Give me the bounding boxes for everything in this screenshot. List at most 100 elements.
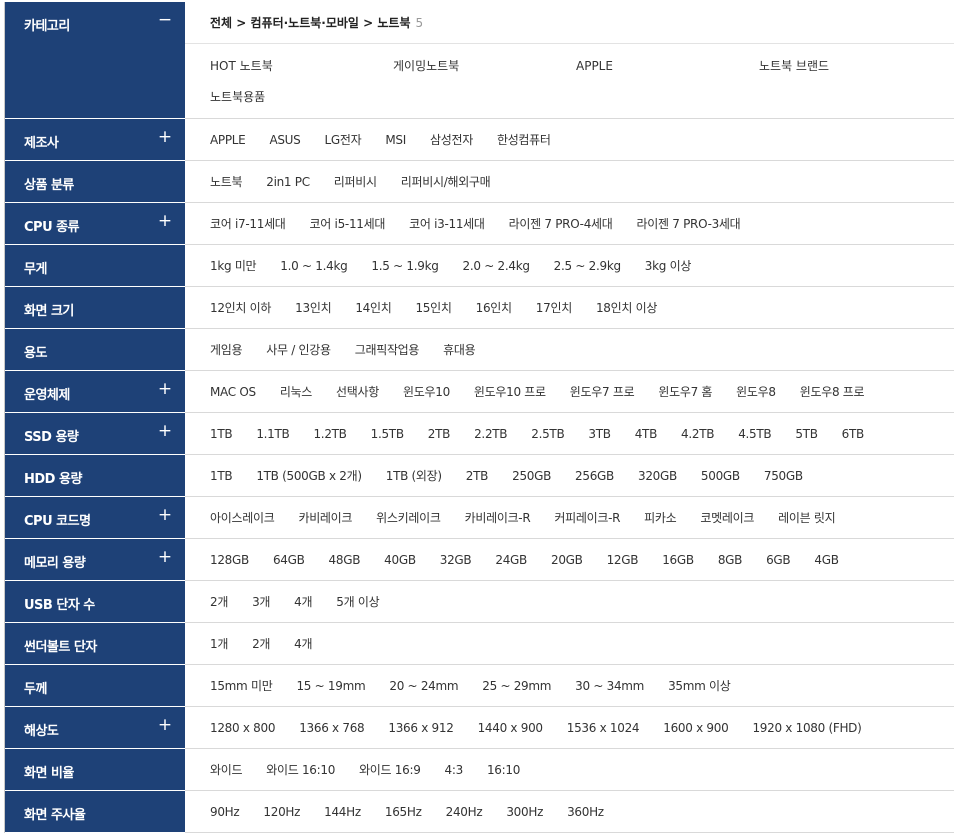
filter-option[interactable]: 13인치 xyxy=(295,299,331,316)
subcategory-item[interactable]: APPLE xyxy=(576,54,759,85)
filter-option[interactable]: 144Hz xyxy=(324,805,361,819)
filter-option[interactable]: 3개 xyxy=(252,593,270,610)
filter-option[interactable]: 500GB xyxy=(701,469,740,483)
filter-option[interactable]: 2개 xyxy=(210,593,228,610)
filter-option[interactable]: 20 ~ 24mm xyxy=(389,679,458,693)
expand-icon[interactable]: + xyxy=(157,212,173,230)
filter-option[interactable]: 18인치 이상 xyxy=(596,299,657,316)
filter-option[interactable]: 와이드 xyxy=(210,761,243,778)
filter-option[interactable]: 8GB xyxy=(718,553,743,567)
filter-option[interactable]: 90Hz xyxy=(210,805,240,819)
filter-option[interactable]: 165Hz xyxy=(385,805,422,819)
filter-option[interactable]: 256GB xyxy=(575,469,614,483)
filter-option[interactable]: ASUS xyxy=(269,133,300,147)
filter-option[interactable]: 1600 x 900 xyxy=(663,721,728,735)
filter-option[interactable]: 1280 x 800 xyxy=(210,721,275,735)
filter-option[interactable]: 16GB xyxy=(662,553,694,567)
filter-option[interactable]: 120Hz xyxy=(263,805,300,819)
filter-option[interactable]: 게임용 xyxy=(210,341,243,358)
filter-option[interactable]: 카비레이크-R xyxy=(465,509,531,526)
filter-option[interactable]: 노트북 xyxy=(210,173,243,190)
expand-icon[interactable]: + xyxy=(157,548,173,566)
expand-icon[interactable]: + xyxy=(157,380,173,398)
filter-option[interactable]: 1920 x 1080 (FHD) xyxy=(752,721,861,735)
filter-option[interactable]: 5개 이상 xyxy=(336,593,379,610)
filter-option[interactable]: 2.5TB xyxy=(531,427,564,441)
filter-option[interactable]: 2TB xyxy=(428,427,451,441)
expand-icon[interactable]: + xyxy=(157,716,173,734)
subcategory-item[interactable]: HOT 노트북 xyxy=(210,54,393,85)
filter-option[interactable]: 1366 x 912 xyxy=(388,721,453,735)
filter-option[interactable]: 1TB xyxy=(210,427,233,441)
filter-option[interactable]: 16:10 xyxy=(487,763,520,777)
filter-option[interactable]: 14인치 xyxy=(355,299,391,316)
expand-icon[interactable]: + xyxy=(157,422,173,440)
filter-option[interactable]: 240Hz xyxy=(446,805,483,819)
filter-option[interactable]: MSI xyxy=(385,133,406,147)
filter-option[interactable]: 4TB xyxy=(635,427,658,441)
filter-option[interactable]: 320GB xyxy=(638,469,677,483)
filter-option[interactable]: 커피레이크-R xyxy=(554,509,620,526)
filter-option[interactable]: 1366 x 768 xyxy=(299,721,364,735)
filter-option[interactable]: 코어 i3-11세대 xyxy=(409,215,485,232)
filter-option[interactable]: 12인치 이하 xyxy=(210,299,271,316)
collapse-icon[interactable]: − xyxy=(157,11,173,29)
filter-option[interactable]: 20GB xyxy=(551,553,583,567)
filter-option[interactable]: 와이드 16:10 xyxy=(266,761,335,778)
filter-option[interactable]: 1440 x 900 xyxy=(478,721,543,735)
filter-option[interactable]: 코멧레이크 xyxy=(700,509,754,526)
filter-option[interactable]: 4:3 xyxy=(445,763,464,777)
filter-option[interactable]: 4.2TB xyxy=(681,427,714,441)
filter-option[interactable]: 1TB (외장) xyxy=(386,467,442,484)
filter-option[interactable]: 코어 i5-11세대 xyxy=(310,215,386,232)
subcategory-item[interactable]: 노트북용품 xyxy=(210,85,393,116)
filter-option[interactable]: 250GB xyxy=(512,469,551,483)
filter-option[interactable]: 선택사항 xyxy=(336,383,379,400)
filter-option[interactable]: 1TB (500GB x 2개) xyxy=(256,467,362,484)
filter-option[interactable]: 128GB xyxy=(210,553,249,567)
filter-option[interactable]: 32GB xyxy=(440,553,472,567)
filter-option[interactable]: 윈도우10 프로 xyxy=(474,383,546,400)
filter-option[interactable]: 윈도우10 xyxy=(403,383,450,400)
filter-option[interactable]: 24GB xyxy=(495,553,527,567)
filter-option[interactable]: 15인치 xyxy=(415,299,451,316)
filter-option[interactable]: 12GB xyxy=(607,553,639,567)
filter-option[interactable]: 360Hz xyxy=(567,805,604,819)
filter-option[interactable]: 6GB xyxy=(766,553,791,567)
filter-option[interactable]: 윈도우8 프로 xyxy=(800,383,865,400)
filter-option[interactable]: 35mm 이상 xyxy=(668,677,731,694)
filter-option[interactable]: 15mm 미만 xyxy=(210,677,273,694)
subcategory-item[interactable]: 노트북 브랜드 xyxy=(759,54,942,85)
filter-option[interactable]: 리눅스 xyxy=(280,383,313,400)
filter-option[interactable]: 48GB xyxy=(329,553,361,567)
filter-option[interactable]: 2TB xyxy=(466,469,489,483)
filter-option[interactable]: 15 ~ 19mm xyxy=(296,679,365,693)
filter-option[interactable]: 4개 xyxy=(294,593,312,610)
filter-option[interactable]: 1kg 미만 xyxy=(210,257,257,274)
filter-option[interactable]: 라이젠 7 PRO-3세대 xyxy=(637,215,741,232)
filter-option[interactable]: 윈도우7 홈 xyxy=(658,383,712,400)
filter-option[interactable]: LG전자 xyxy=(324,131,361,148)
filter-option[interactable]: 1개 xyxy=(210,635,228,652)
filter-option[interactable]: 64GB xyxy=(273,553,305,567)
filter-option[interactable]: 750GB xyxy=(764,469,803,483)
filter-option[interactable]: 5TB xyxy=(795,427,818,441)
filter-option[interactable]: 삼성전자 xyxy=(430,131,473,148)
filter-option[interactable]: 16인치 xyxy=(476,299,512,316)
filter-option[interactable]: 3kg 이상 xyxy=(645,257,692,274)
filter-option[interactable]: 와이드 16:9 xyxy=(359,761,421,778)
filter-option[interactable]: 2.0 ~ 2.4kg xyxy=(463,259,530,273)
filter-option[interactable]: 25 ~ 29mm xyxy=(482,679,551,693)
filter-option[interactable]: 30 ~ 34mm xyxy=(575,679,644,693)
subcategory-item[interactable]: 게이밍노트북 xyxy=(393,54,576,85)
filter-option[interactable]: 300Hz xyxy=(506,805,543,819)
filter-option[interactable]: 4개 xyxy=(294,635,312,652)
filter-option[interactable]: 1.5 ~ 1.9kg xyxy=(371,259,438,273)
filter-option[interactable]: 윈도우8 xyxy=(736,383,776,400)
filter-option[interactable]: 리퍼비시/해외구매 xyxy=(401,173,491,190)
filter-option[interactable]: 1536 x 1024 xyxy=(567,721,640,735)
filter-option[interactable]: 17인치 xyxy=(536,299,572,316)
expand-icon[interactable]: + xyxy=(157,128,173,146)
filter-option[interactable]: 사무 / 인강용 xyxy=(266,341,331,358)
filter-option[interactable]: 1.0 ~ 1.4kg xyxy=(280,259,347,273)
